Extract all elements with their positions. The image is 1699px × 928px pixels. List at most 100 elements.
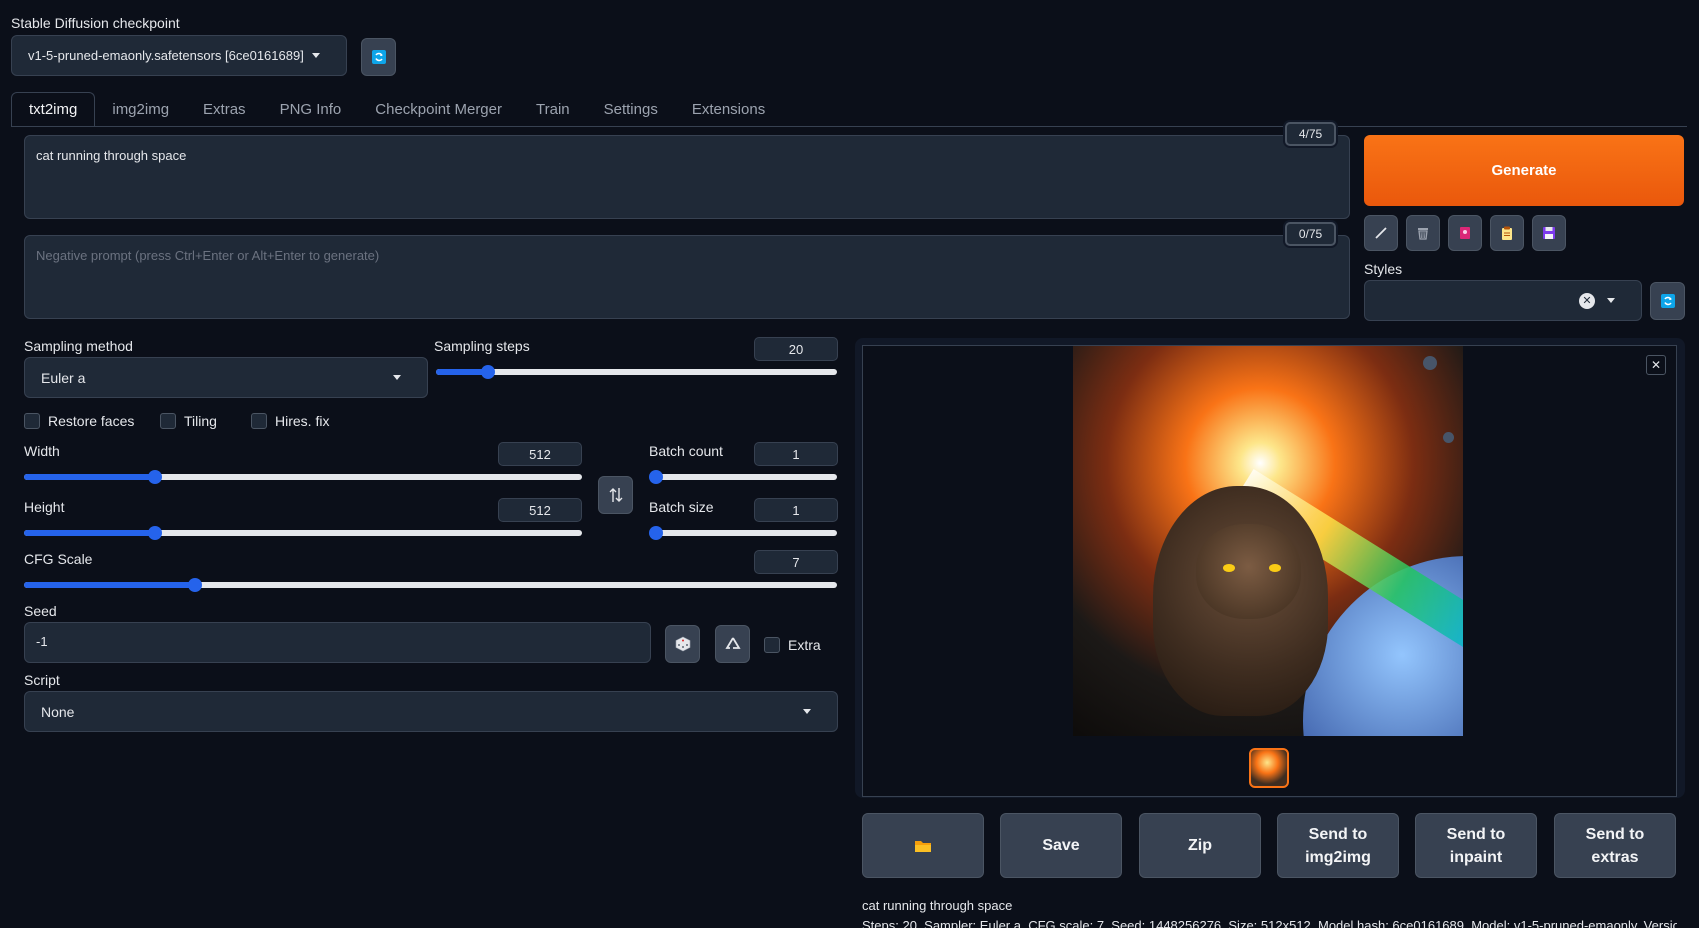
chevron-down-icon xyxy=(803,709,811,714)
checkpoint-dropdown[interactable]: v1-5-pruned-emaonly.safetensors [6ce0161… xyxy=(11,35,347,76)
refresh-icon xyxy=(1660,294,1675,308)
sampling-method-dropdown[interactable]: Euler a xyxy=(24,357,428,398)
tiling-option[interactable]: Tiling xyxy=(160,413,217,429)
tab-divider xyxy=(11,126,1687,127)
slider-thumb[interactable] xyxy=(148,470,163,484)
tab-bar: txt2img img2img Extras PNG Info Checkpoi… xyxy=(11,92,782,127)
batch-count-slider[interactable] xyxy=(649,470,837,484)
sampling-steps-label: Sampling steps xyxy=(434,338,530,354)
slider-fill xyxy=(24,474,156,480)
open-folder-button[interactable] xyxy=(862,813,984,878)
width-input[interactable]: 512 xyxy=(498,442,582,466)
negative-prompt-textarea[interactable]: Negative prompt (press Ctrl+Enter or Alt… xyxy=(24,235,1350,319)
save-button[interactable]: Save xyxy=(1000,813,1122,878)
tab-train[interactable]: Train xyxy=(519,92,587,127)
slider-thumb[interactable] xyxy=(481,365,496,379)
cat-eye-left-shape xyxy=(1223,564,1235,572)
tab-checkpoint-merger[interactable]: Checkpoint Merger xyxy=(358,92,519,127)
slider-thumb[interactable] xyxy=(148,526,163,540)
chevron-down-icon xyxy=(393,375,401,380)
send-to-img2img-button[interactable]: Send to img2img xyxy=(1277,813,1399,878)
chevron-down-icon xyxy=(312,53,320,58)
clear-icon[interactable]: ✕ xyxy=(1579,292,1595,309)
batch-size-slider[interactable] xyxy=(649,526,837,540)
extra-networks-button[interactable] xyxy=(1448,215,1482,251)
sampling-method-value: Euler a xyxy=(41,369,86,386)
cat-eye-right-shape xyxy=(1269,564,1281,572)
styles-dropdown[interactable]: ✕ xyxy=(1364,280,1642,321)
seed-extra-checkbox[interactable] xyxy=(764,637,780,653)
generate-button[interactable]: Generate xyxy=(1364,135,1684,206)
hires-fix-option[interactable]: Hires. fix xyxy=(251,413,329,429)
generation-info-prompt: cat running through space xyxy=(862,898,1013,913)
cfg-scale-label: CFG Scale xyxy=(24,551,93,567)
tab-txt2img[interactable]: txt2img xyxy=(11,92,96,127)
restore-faces-option[interactable]: Restore faces xyxy=(24,413,134,429)
clear-prompt-button[interactable] xyxy=(1406,215,1440,251)
height-label: Height xyxy=(24,499,65,515)
image-thumbnail[interactable] xyxy=(1249,748,1289,788)
close-icon: ✕ xyxy=(1650,358,1662,372)
cat-head-shape xyxy=(1196,524,1301,619)
card-icon xyxy=(1460,227,1470,239)
swap-dimensions-button[interactable] xyxy=(598,476,633,514)
recycle-icon xyxy=(724,637,741,649)
send-to-inpaint-button[interactable]: Send to inpaint xyxy=(1415,813,1537,878)
script-value: None xyxy=(41,703,75,720)
tiling-label: Tiling xyxy=(184,413,217,429)
save-style-button[interactable] xyxy=(1532,215,1566,251)
seed-input[interactable]: -1 xyxy=(24,622,651,663)
slider-thumb[interactable] xyxy=(649,470,663,484)
tab-png-info[interactable]: PNG Info xyxy=(263,92,359,127)
restore-faces-checkbox[interactable] xyxy=(24,413,40,429)
clipboard-icon xyxy=(1502,226,1512,240)
close-preview-button[interactable]: ✕ xyxy=(1646,355,1666,375)
reuse-seed-button[interactable] xyxy=(715,625,750,663)
tab-settings[interactable]: Settings xyxy=(587,92,675,127)
swap-arrows-icon xyxy=(609,488,622,502)
zip-button[interactable]: Zip xyxy=(1139,813,1261,878)
script-dropdown[interactable]: None xyxy=(24,691,838,732)
arrow-diagonal-icon xyxy=(1375,227,1387,239)
seed-extra-option[interactable]: Extra xyxy=(764,637,821,653)
script-label: Script xyxy=(24,672,60,688)
floppy-disk-icon xyxy=(1543,227,1555,239)
batch-count-input[interactable]: 1 xyxy=(754,442,838,466)
generated-image[interactable] xyxy=(1073,346,1463,736)
negative-prompt-token-counter: 0/75 xyxy=(1285,222,1336,246)
moon-shape xyxy=(1423,356,1437,370)
sampling-steps-slider[interactable] xyxy=(436,365,837,379)
batch-size-input[interactable]: 1 xyxy=(754,498,838,522)
checkpoint-label: Stable Diffusion checkpoint xyxy=(11,15,180,31)
seed-label: Seed xyxy=(24,603,57,619)
seed-extra-label: Extra xyxy=(788,637,821,653)
width-slider[interactable] xyxy=(24,470,582,484)
cfg-scale-slider[interactable] xyxy=(24,578,837,592)
moon-small-shape xyxy=(1443,432,1454,443)
width-label: Width xyxy=(24,443,60,459)
random-seed-button[interactable] xyxy=(665,625,700,663)
hires-fix-label: Hires. fix xyxy=(275,413,330,429)
hires-fix-checkbox[interactable] xyxy=(251,413,267,429)
tab-extensions[interactable]: Extensions xyxy=(675,92,782,127)
tab-extras[interactable]: Extras xyxy=(186,92,263,127)
restore-faces-label: Restore faces xyxy=(48,413,135,429)
slider-thumb[interactable] xyxy=(649,526,663,540)
slider-thumb[interactable] xyxy=(187,578,202,592)
apply-style-button[interactable] xyxy=(1490,215,1524,251)
read-params-button[interactable] xyxy=(1364,215,1398,251)
height-input[interactable]: 512 xyxy=(498,498,582,522)
slider-fill xyxy=(24,530,156,536)
styles-label: Styles xyxy=(1364,261,1403,277)
prompt-token-counter: 4/75 xyxy=(1285,122,1336,146)
send-to-extras-button[interactable]: Send to extras xyxy=(1554,813,1676,878)
height-slider[interactable] xyxy=(24,526,582,540)
prompt-textarea[interactable]: cat running through space xyxy=(24,135,1350,219)
sampling-steps-input[interactable]: 20 xyxy=(754,337,838,361)
refresh-checkpoint-button[interactable] xyxy=(361,38,396,76)
tiling-checkbox[interactable] xyxy=(160,413,176,429)
refresh-styles-button[interactable] xyxy=(1650,282,1685,320)
refresh-icon xyxy=(371,50,386,64)
tab-img2img[interactable]: img2img xyxy=(95,92,186,127)
cfg-scale-input[interactable]: 7 xyxy=(754,550,838,574)
